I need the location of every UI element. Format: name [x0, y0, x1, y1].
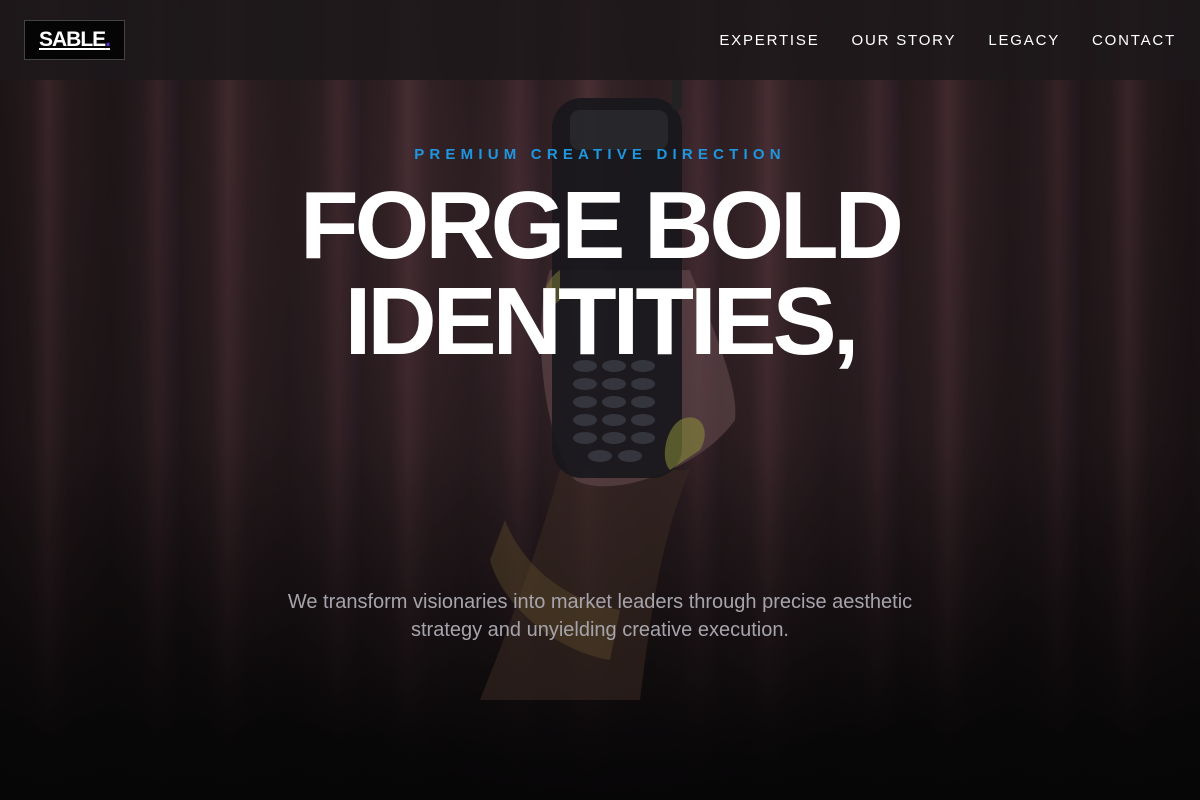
nav-link-contact[interactable]: CONTACT	[1092, 32, 1176, 49]
hero-image-hand-holding-phone	[480, 60, 736, 700]
logo-dot: .	[105, 28, 111, 51]
hero-headline-line-2: IDENTITIES,	[344, 268, 860, 375]
hero-headline: FORGE BOLD IDENTITIES,	[0, 178, 1200, 370]
hero-subcopy: We transform visionaries into market lea…	[287, 591, 913, 641]
nav-link-expertise[interactable]: EXPERTISE	[719, 32, 819, 49]
logo[interactable]: SABLE.	[24, 20, 125, 60]
logo-text: SABLE	[38, 28, 106, 51]
nav-link-our-story[interactable]: OUR STORY	[852, 32, 957, 49]
hero-headline-line-1: FORGE BOLD	[300, 172, 904, 279]
hero-eyebrow: PREMIUM CREATIVE DIRECTION	[414, 146, 786, 163]
nav-link-legacy[interactable]: LEGACY	[988, 32, 1060, 49]
main-nav: EXPERTISE OUR STORY LEGACY CONTACT	[719, 32, 1176, 49]
site-header: SABLE. EXPERTISE OUR STORY LEGACY CONTAC…	[0, 0, 1200, 80]
